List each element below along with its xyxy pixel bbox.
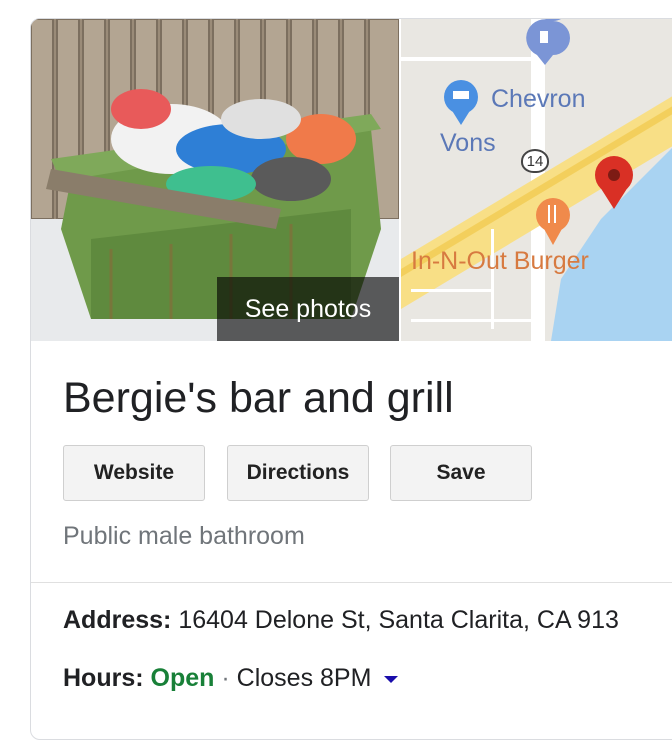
- hours-row: Hours: Open · Closes 8PM: [63, 664, 399, 693]
- place-name: Bergie's bar and grill: [63, 374, 454, 422]
- chevron-down-icon[interactable]: [384, 675, 399, 683]
- knowledge-panel: See photos Chevron Vons In-N-Out Burger …: [30, 18, 672, 740]
- map-label-innout: In-N-Out Burger: [411, 247, 589, 275]
- highway-shield: 14: [521, 149, 549, 173]
- website-button[interactable]: Website: [63, 445, 205, 501]
- map-label-chevron: Chevron: [491, 85, 586, 113]
- hours-label: Hours:: [63, 664, 144, 692]
- save-button[interactable]: Save: [390, 445, 532, 501]
- place-photo[interactable]: See photos: [31, 19, 399, 341]
- hours-status: Open: [150, 664, 215, 692]
- address-label: Address:: [63, 606, 172, 634]
- see-photos-button[interactable]: See photos: [217, 277, 399, 341]
- hours-separator: ·: [221, 664, 230, 692]
- hours-closes[interactable]: Closes 8PM: [237, 664, 372, 692]
- map-image: [401, 19, 672, 341]
- address-value[interactable]: 16404 Delone St, Santa Clarita, CA 913: [178, 606, 619, 634]
- section-divider: [31, 582, 672, 583]
- directions-button[interactable]: Directions: [227, 445, 369, 501]
- map-thumbnail[interactable]: Chevron Vons In-N-Out Burger 14: [401, 19, 672, 341]
- address-row: Address: 16404 Delone St, Santa Clarita,…: [63, 606, 619, 635]
- place-category: Public male bathroom: [63, 522, 305, 550]
- map-label-vons: Vons: [440, 129, 496, 157]
